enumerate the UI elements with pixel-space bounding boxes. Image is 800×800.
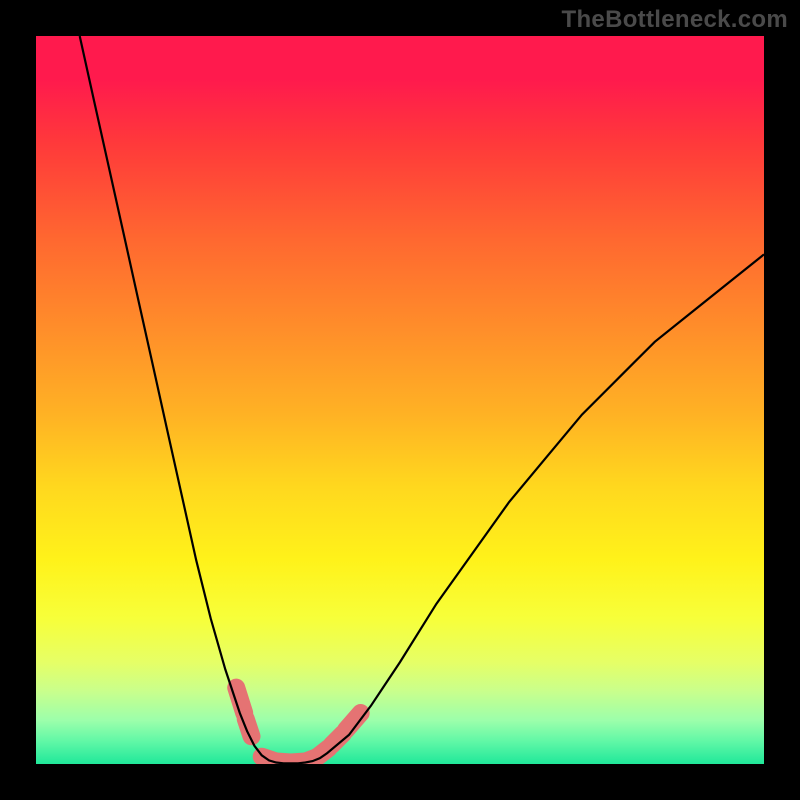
highlight-group (236, 688, 361, 763)
v-curve (80, 36, 764, 763)
plot-area (36, 36, 764, 764)
watermark-text: TheBottleneck.com (562, 6, 788, 34)
chart-frame: TheBottleneck.com (0, 0, 800, 800)
curve-svg (36, 36, 764, 764)
